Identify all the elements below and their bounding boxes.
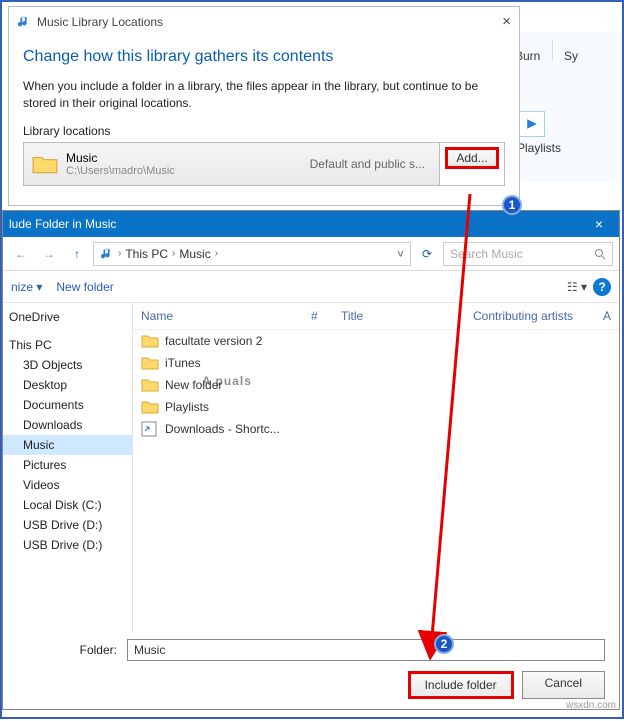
location-name: Music [66, 151, 175, 165]
dialog2-title: lude Folder in Music [9, 217, 116, 231]
location-path: C:\Users\madro\Music [66, 165, 175, 177]
search-input[interactable]: Search Music [443, 242, 613, 266]
tree-music[interactable]: Music [3, 435, 132, 455]
music-note-icon [17, 15, 31, 29]
dialog-title: Music Library Locations [37, 15, 163, 29]
view-options-button[interactable]: ☷ ▾ [567, 280, 587, 294]
wmp-background: Burn Sy Playlists [502, 32, 622, 182]
shortcut-icon [141, 421, 159, 437]
include-folder-button[interactable]: Include folder [408, 671, 514, 699]
chevron-right-icon[interactable]: › [118, 248, 121, 259]
playlists-label: Playlists [503, 141, 622, 155]
close-icon[interactable]: × [585, 216, 613, 232]
chevron-right-icon[interactable]: › [172, 248, 175, 259]
file-name: iTunes [165, 356, 201, 370]
location-status: Default and public s... [310, 157, 425, 171]
add-button[interactable]: Add... [445, 147, 498, 169]
folder-icon [141, 377, 159, 393]
location-item[interactable]: Music C:\Users\madro\Music Default and p… [24, 143, 439, 185]
list-item[interactable]: Playlists [133, 396, 619, 418]
organize-menu[interactable]: nize ▾ [11, 280, 42, 294]
chevron-right-icon[interactable]: › [215, 248, 218, 259]
list-item[interactable]: iTunes [133, 352, 619, 374]
dialog-heading: Change how this library gathers its cont… [23, 48, 505, 66]
ribbon: Burn Sy [503, 32, 622, 71]
file-name: Playlists [165, 400, 209, 414]
playlists-icon[interactable] [519, 111, 545, 137]
locations-listbox: Music C:\Users\madro\Music Default and p… [23, 142, 505, 186]
dialog-footer: Folder: Include folder Cancel [3, 629, 619, 709]
library-locations-dialog: Music Library Locations × Change how thi… [8, 6, 520, 206]
tree-onedrive[interactable]: OneDrive [3, 307, 132, 327]
column-headers: Name # Title Contributing artists A [133, 303, 619, 330]
music-note-icon [100, 247, 114, 261]
up-button[interactable]: ↑ [65, 242, 89, 266]
folder-icon [32, 153, 58, 175]
list-item[interactable]: New folder [133, 374, 619, 396]
tree-desktop[interactable]: Desktop [3, 375, 132, 395]
folder-icon [141, 355, 159, 371]
toolbar: nize ▾ New folder ☷ ▾ ? [3, 271, 619, 303]
col-title[interactable]: Title [341, 309, 473, 323]
folder-icon [141, 399, 159, 415]
tree-videos[interactable]: Videos [3, 475, 132, 495]
file-list[interactable]: Name # Title Contributing artists A facu… [133, 303, 619, 633]
tree-documents[interactable]: Documents [3, 395, 132, 415]
refresh-button[interactable]: ⟳ [415, 242, 439, 266]
nav-tree[interactable]: OneDrive This PC 3D Objects Desktop Docu… [3, 303, 133, 633]
breadcrumb[interactable]: › This PC › Music › ˅ [93, 242, 411, 266]
list-item[interactable]: Downloads - Shortc... [133, 418, 619, 440]
folder-input[interactable] [127, 639, 605, 661]
tree-usb-d[interactable]: USB Drive (D:) [3, 515, 132, 535]
crumb-music[interactable]: Music [179, 247, 210, 261]
include-folder-dialog: lude Folder in Music × ← → ↑ › This PC ›… [2, 210, 620, 710]
chevron-down-icon[interactable]: ˅ [397, 247, 404, 261]
dialog2-titlebar: lude Folder in Music × [3, 211, 619, 237]
col-name[interactable]: Name [141, 309, 311, 323]
tree-pictures[interactable]: Pictures [3, 455, 132, 475]
nav-bar: ← → ↑ › This PC › Music › ˅ ⟳ Search Mus… [3, 237, 619, 271]
dialog-description: When you include a folder in a library, … [23, 78, 505, 112]
close-icon[interactable]: × [502, 13, 511, 30]
sync-tab[interactable]: Sy [564, 49, 578, 63]
list-item[interactable]: facultate version 2 [133, 330, 619, 352]
tree-usb-d2[interactable]: USB Drive (D:) [3, 535, 132, 555]
dialog-titlebar: Music Library Locations × [9, 7, 519, 34]
file-name: facultate version 2 [165, 334, 262, 348]
folder-label: Folder: [17, 643, 117, 657]
tree-this-pc[interactable]: This PC [3, 335, 132, 355]
tree-local-disk[interactable]: Local Disk (C:) [3, 495, 132, 515]
file-name: New folder [165, 378, 222, 392]
annotation-badge-2: 2 [434, 634, 454, 654]
col-album[interactable]: A [603, 309, 611, 323]
locations-label: Library locations [23, 124, 505, 138]
back-button[interactable]: ← [9, 242, 33, 266]
annotation-badge-1: 1 [502, 195, 522, 215]
tree-3d-objects[interactable]: 3D Objects [3, 355, 132, 375]
source-watermark: wsxdn.com [566, 700, 616, 711]
crumb-this-pc[interactable]: This PC [125, 247, 168, 261]
new-folder-button[interactable]: New folder [56, 280, 113, 294]
tree-downloads[interactable]: Downloads [3, 415, 132, 435]
search-icon [594, 248, 606, 260]
forward-button: → [37, 242, 61, 266]
folder-icon [141, 333, 159, 349]
cancel-button[interactable]: Cancel [522, 671, 605, 699]
col-num[interactable]: # [311, 309, 341, 323]
help-icon[interactable]: ? [593, 278, 611, 296]
file-name: Downloads - Shortc... [165, 422, 280, 436]
search-placeholder: Search Music [450, 247, 523, 261]
col-artists[interactable]: Contributing artists [473, 309, 603, 323]
